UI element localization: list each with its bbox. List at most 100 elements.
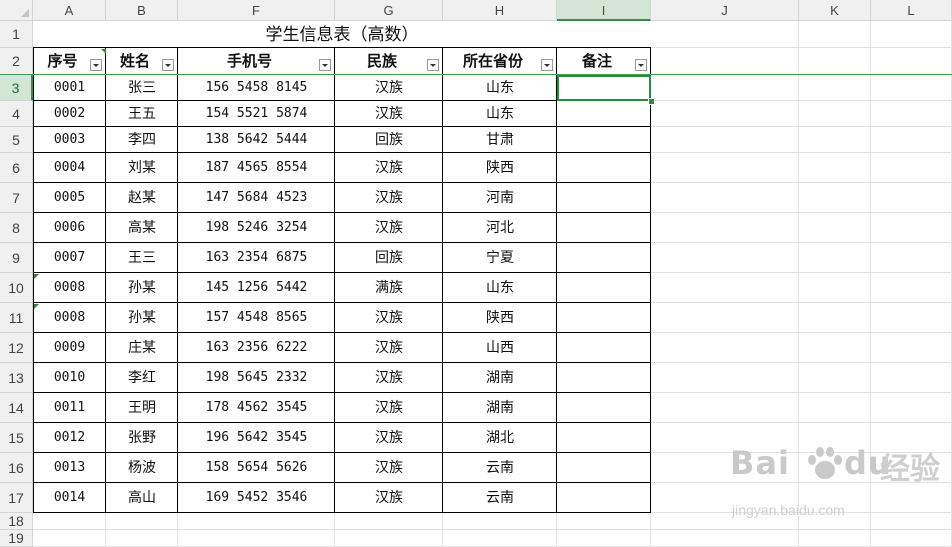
active-cell-selection[interactable] <box>557 75 651 101</box>
index-cell[interactable]: 0014 <box>33 483 106 513</box>
remarks-cell[interactable] <box>557 453 651 483</box>
filter-dropdown-icon[interactable] <box>427 59 439 71</box>
row-header-3[interactable]: 3 <box>0 75 33 101</box>
select-all-corner[interactable] <box>0 0 33 21</box>
name-cell[interactable]: 刘某 <box>106 153 178 183</box>
remarks-cell[interactable] <box>557 213 651 243</box>
remarks-cell[interactable] <box>557 333 651 363</box>
sheet-title[interactable]: 学生信息表（高数） <box>33 22 651 48</box>
ethnicity-cell[interactable]: 汉族 <box>335 213 443 243</box>
ethnicity-cell[interactable]: 汉族 <box>335 423 443 453</box>
name-cell[interactable]: 王明 <box>106 393 178 423</box>
column-header-k[interactable]: K <box>799 0 871 21</box>
phone-cell[interactable]: 145 1256 5442 <box>178 273 335 303</box>
phone-cell[interactable]: 187 4565 8554 <box>178 153 335 183</box>
header-phone[interactable]: 手机号 <box>178 48 321 75</box>
phone-cell[interactable]: 198 5645 2332 <box>178 363 335 393</box>
column-header-l[interactable]: L <box>871 0 952 21</box>
index-cell[interactable]: 0010 <box>33 363 106 393</box>
name-cell[interactable]: 李红 <box>106 363 178 393</box>
remarks-cell[interactable] <box>557 363 651 393</box>
province-cell[interactable]: 河南 <box>443 183 557 213</box>
remarks-cell[interactable] <box>557 303 651 333</box>
province-cell[interactable]: 陕西 <box>443 303 557 333</box>
ethnicity-cell[interactable]: 汉族 <box>335 75 443 101</box>
phone-cell[interactable]: 157 4548 8565 <box>178 303 335 333</box>
phone-cell[interactable]: 154 5521 5874 <box>178 101 335 127</box>
index-cell[interactable]: 0004 <box>33 153 106 183</box>
phone-cell[interactable]: 163 2356 6222 <box>178 333 335 363</box>
filter-dropdown-icon[interactable] <box>162 59 174 71</box>
remarks-cell[interactable] <box>557 273 651 303</box>
phone-cell[interactable]: 163 2354 6875 <box>178 243 335 273</box>
name-cell[interactable]: 张三 <box>106 75 178 101</box>
name-cell[interactable]: 孙某 <box>106 303 178 333</box>
remarks-cell[interactable] <box>557 127 651 153</box>
ethnicity-cell[interactable]: 回族 <box>335 243 443 273</box>
index-cell[interactable]: 0012 <box>33 423 106 453</box>
row-header-5[interactable]: 5 <box>0 127 33 153</box>
index-cell[interactable]: 0011 <box>33 393 106 423</box>
ethnicity-cell[interactable]: 汉族 <box>335 153 443 183</box>
ethnicity-cell[interactable]: 汉族 <box>335 453 443 483</box>
fill-handle[interactable] <box>648 98 655 105</box>
name-cell[interactable]: 孙某 <box>106 273 178 303</box>
ethnicity-cell[interactable]: 汉族 <box>335 101 443 127</box>
province-cell[interactable]: 甘肃 <box>443 127 557 153</box>
ethnicity-cell[interactable]: 汉族 <box>335 333 443 363</box>
remarks-cell[interactable] <box>557 483 651 513</box>
row-header-10[interactable]: 10 <box>0 273 33 303</box>
index-cell[interactable]: 0006 <box>33 213 106 243</box>
column-header-b[interactable]: B <box>106 0 178 21</box>
remarks-cell[interactable] <box>557 153 651 183</box>
phone-cell[interactable]: 196 5642 3545 <box>178 423 335 453</box>
name-cell[interactable]: 李四 <box>106 127 178 153</box>
header-ethnicity[interactable]: 民族 <box>335 48 429 75</box>
ethnicity-cell[interactable]: 汉族 <box>335 183 443 213</box>
row-header-7[interactable]: 7 <box>0 183 33 213</box>
row-header-11[interactable]: 11 <box>0 303 33 333</box>
province-cell[interactable]: 山东 <box>443 75 557 101</box>
index-cell[interactable]: 0008 <box>33 273 106 303</box>
remarks-cell[interactable] <box>557 183 651 213</box>
province-cell[interactable]: 山西 <box>443 333 557 363</box>
ethnicity-cell[interactable]: 回族 <box>335 127 443 153</box>
index-cell[interactable]: 0007 <box>33 243 106 273</box>
province-cell[interactable]: 陕西 <box>443 153 557 183</box>
row-header-13[interactable]: 13 <box>0 363 33 393</box>
row-header-1[interactable]: 1 <box>0 21 33 48</box>
name-cell[interactable]: 杨波 <box>106 453 178 483</box>
column-header-i[interactable]: I <box>557 0 651 21</box>
remarks-cell[interactable] <box>557 243 651 273</box>
phone-cell[interactable]: 198 5246 3254 <box>178 213 335 243</box>
ethnicity-cell[interactable]: 汉族 <box>335 483 443 513</box>
ethnicity-cell[interactable]: 汉族 <box>335 393 443 423</box>
row-header-17[interactable]: 17 <box>0 483 33 513</box>
row-header-12[interactable]: 12 <box>0 333 33 363</box>
name-cell[interactable]: 张野 <box>106 423 178 453</box>
filter-dropdown-icon[interactable] <box>541 59 553 71</box>
remarks-cell[interactable] <box>557 423 651 453</box>
header-name[interactable]: 姓名 <box>106 48 164 75</box>
filter-dropdown-icon[interactable] <box>635 59 647 71</box>
name-cell[interactable]: 高某 <box>106 213 178 243</box>
header-index[interactable]: 序号 <box>33 48 92 75</box>
phone-cell[interactable]: 156 5458 8145 <box>178 75 335 101</box>
row-header-15[interactable]: 15 <box>0 423 33 453</box>
index-cell[interactable]: 0008 <box>33 303 106 333</box>
ethnicity-cell[interactable]: 汉族 <box>335 363 443 393</box>
province-cell[interactable]: 河北 <box>443 213 557 243</box>
column-header-f[interactable]: F <box>178 0 335 21</box>
name-cell[interactable]: 王三 <box>106 243 178 273</box>
province-cell[interactable]: 山东 <box>443 273 557 303</box>
row-header-19[interactable]: 19 <box>0 530 33 547</box>
phone-cell[interactable]: 178 4562 3545 <box>178 393 335 423</box>
row-header-2[interactable]: 2 <box>0 48 33 75</box>
row-header-14[interactable]: 14 <box>0 393 33 423</box>
province-cell[interactable]: 湖南 <box>443 363 557 393</box>
filter-dropdown-icon[interactable] <box>90 59 102 71</box>
index-cell[interactable]: 0005 <box>33 183 106 213</box>
name-cell[interactable]: 赵某 <box>106 183 178 213</box>
spreadsheet-grid[interactable]: ABFGHIJKL 1 2 3 4 5 6 7 8 9 10 11 12 13 14 15 16 17 18 19 … <box>0 0 952 547</box>
row-header-9[interactable]: 9 <box>0 243 33 273</box>
